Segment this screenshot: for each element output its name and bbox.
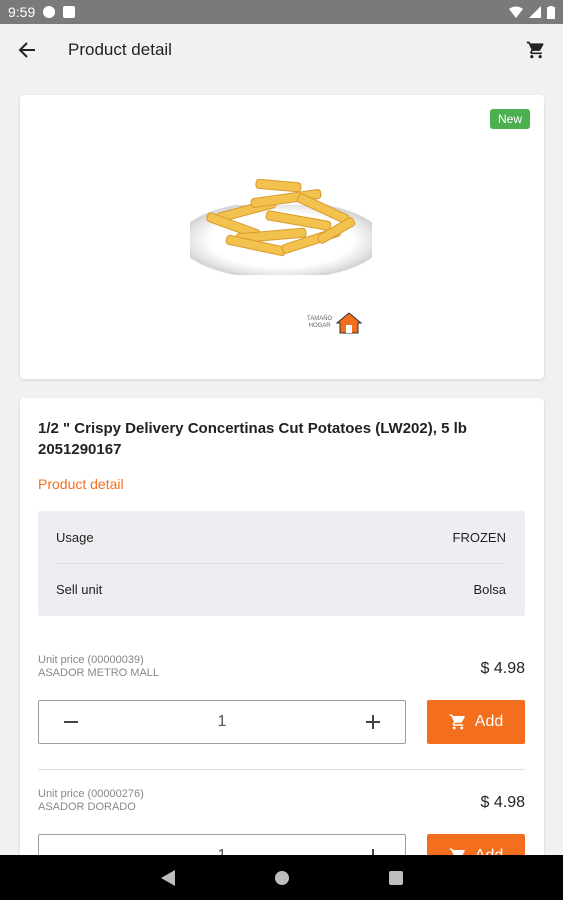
attribute-label: Usage (56, 529, 94, 545)
house-icon (336, 312, 363, 334)
offer-row: Unit price (00000039) ASADOR METRO MALL … (38, 654, 525, 744)
add-to-cart-button[interactable]: Add (427, 700, 525, 744)
brand-text-line2: HOGAR (308, 323, 331, 329)
status-bar: 9:59 (0, 0, 563, 24)
notification-icon (43, 6, 56, 18)
page-title: Product detail (68, 40, 172, 59)
cart-button[interactable] (509, 40, 563, 60)
sd-card-icon (63, 6, 76, 18)
battery-icon (547, 5, 555, 19)
attribute-value: Bolsa (473, 581, 506, 597)
unit-price-label: Unit price (00000276) (38, 788, 144, 800)
signal-icon (529, 6, 541, 18)
wifi-icon (509, 6, 523, 18)
product-detail-link[interactable]: Product detail (38, 476, 124, 492)
unit-price-label: Unit price (00000039) (38, 654, 144, 666)
cart-icon (526, 41, 544, 59)
store-name: ASADOR METRO MALL (38, 667, 160, 679)
arrow-back-icon (18, 42, 35, 58)
attributes-box: Usage FROZEN Sell unit Bolsa (38, 511, 525, 616)
attribute-row-usage: Usage FROZEN (56, 511, 506, 564)
quantity-value[interactable]: 1 (103, 713, 341, 731)
brand-logo: TAMAÑO HOGAR (307, 312, 363, 334)
product-detail-card: 1/2 " Crispy Delivery Concertinas Cut Po… (20, 398, 544, 878)
plus-icon (366, 715, 380, 729)
attribute-label: Sell unit (56, 581, 103, 597)
attribute-value: FROZEN (452, 529, 506, 545)
offer-divider (38, 769, 525, 770)
system-nav-bar (0, 855, 563, 900)
offer-price: $ 4.98 (480, 794, 525, 811)
nav-recents-icon[interactable] (388, 870, 403, 885)
product-image (206, 178, 356, 257)
increase-button[interactable] (341, 715, 405, 729)
cart-icon (449, 714, 465, 730)
offer-price: $ 4.98 (480, 660, 525, 677)
store-name: ASADOR DORADO (38, 801, 136, 813)
product-title: 1/2 " Crispy Delivery Concertinas Cut Po… (38, 420, 467, 437)
decrease-button[interactable] (39, 715, 103, 729)
quantity-stepper: 1 (38, 700, 406, 744)
back-button[interactable] (0, 41, 54, 59)
attribute-row-sell-unit: Sell unit Bolsa (56, 563, 506, 615)
brand-text-line1: TAMAÑO (307, 316, 333, 322)
new-badge: New (489, 109, 530, 129)
minus-icon (64, 721, 78, 723)
app-bar: Product detail (0, 24, 563, 76)
add-button-label: Add (474, 713, 504, 730)
nav-home-icon[interactable] (274, 870, 289, 885)
product-code: 2051290167 (38, 441, 122, 458)
nav-back-icon[interactable] (160, 869, 175, 886)
offer-row: Unit price (00000276) ASADOR DORADO $ 4.… (38, 788, 525, 878)
status-time: 9:59 (8, 4, 36, 20)
product-title-block: 1/2 " Crispy Delivery Concertinas Cut Po… (38, 418, 508, 460)
